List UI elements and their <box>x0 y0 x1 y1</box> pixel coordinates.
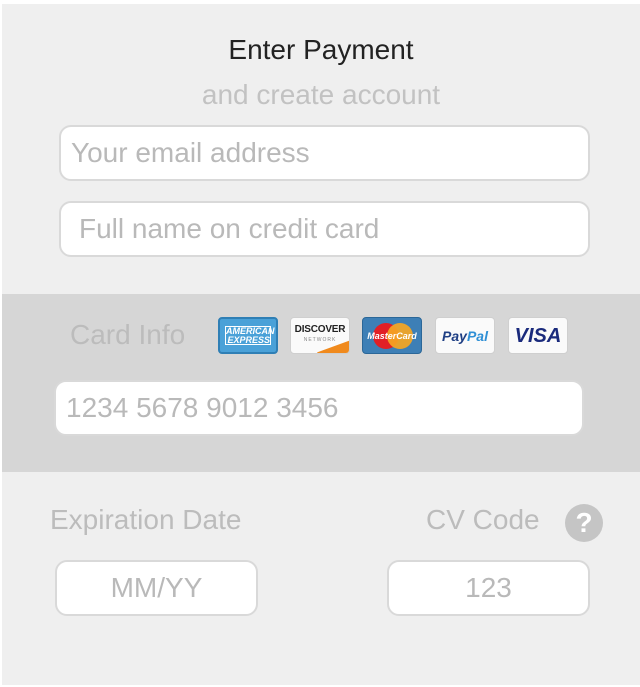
discover-logo-sub: NETWORK <box>303 337 337 343</box>
page-subtitle: and create account <box>201 79 441 110</box>
discover-logo-icon: DISCOVER NETWORK <box>290 317 350 354</box>
paypal-logo-pal: Pal <box>466 328 488 344</box>
visa-logo-icon: VISA <box>508 317 568 354</box>
mastercard-logo-text: MasterCard <box>367 331 417 341</box>
card-info-section: Card Info AMERICAN EXPRESS DISCOVER NETW… <box>2 294 640 472</box>
mastercard-logo-icon: MasterCard <box>362 317 422 354</box>
card-info-label: Card Info <box>70 319 186 350</box>
paypal-logo-pay: Pay <box>442 328 467 344</box>
amex-logo-line2: EXPRESS <box>227 334 270 345</box>
cardholder-name-field[interactable] <box>59 201 590 257</box>
expiration-date-field[interactable] <box>55 560 258 616</box>
page-title: Enter Payment <box>228 34 414 65</box>
question-mark-icon[interactable]: ? <box>565 504 603 542</box>
paypal-logo-icon: PayPal <box>435 317 495 354</box>
expiration-date-label: Expiration Date <box>50 504 242 535</box>
amex-logo-icon: AMERICAN EXPRESS <box>218 317 278 354</box>
email-field[interactable] <box>59 125 590 181</box>
payment-panel: Enter Payment and create account Card In… <box>2 4 640 685</box>
discover-logo-name: DISCOVER <box>294 324 346 335</box>
card-number-field[interactable] <box>54 380 584 436</box>
visa-logo-text: VISA <box>514 325 562 347</box>
cv-code-field[interactable] <box>387 560 590 616</box>
cv-code-label: CV Code <box>426 504 540 535</box>
